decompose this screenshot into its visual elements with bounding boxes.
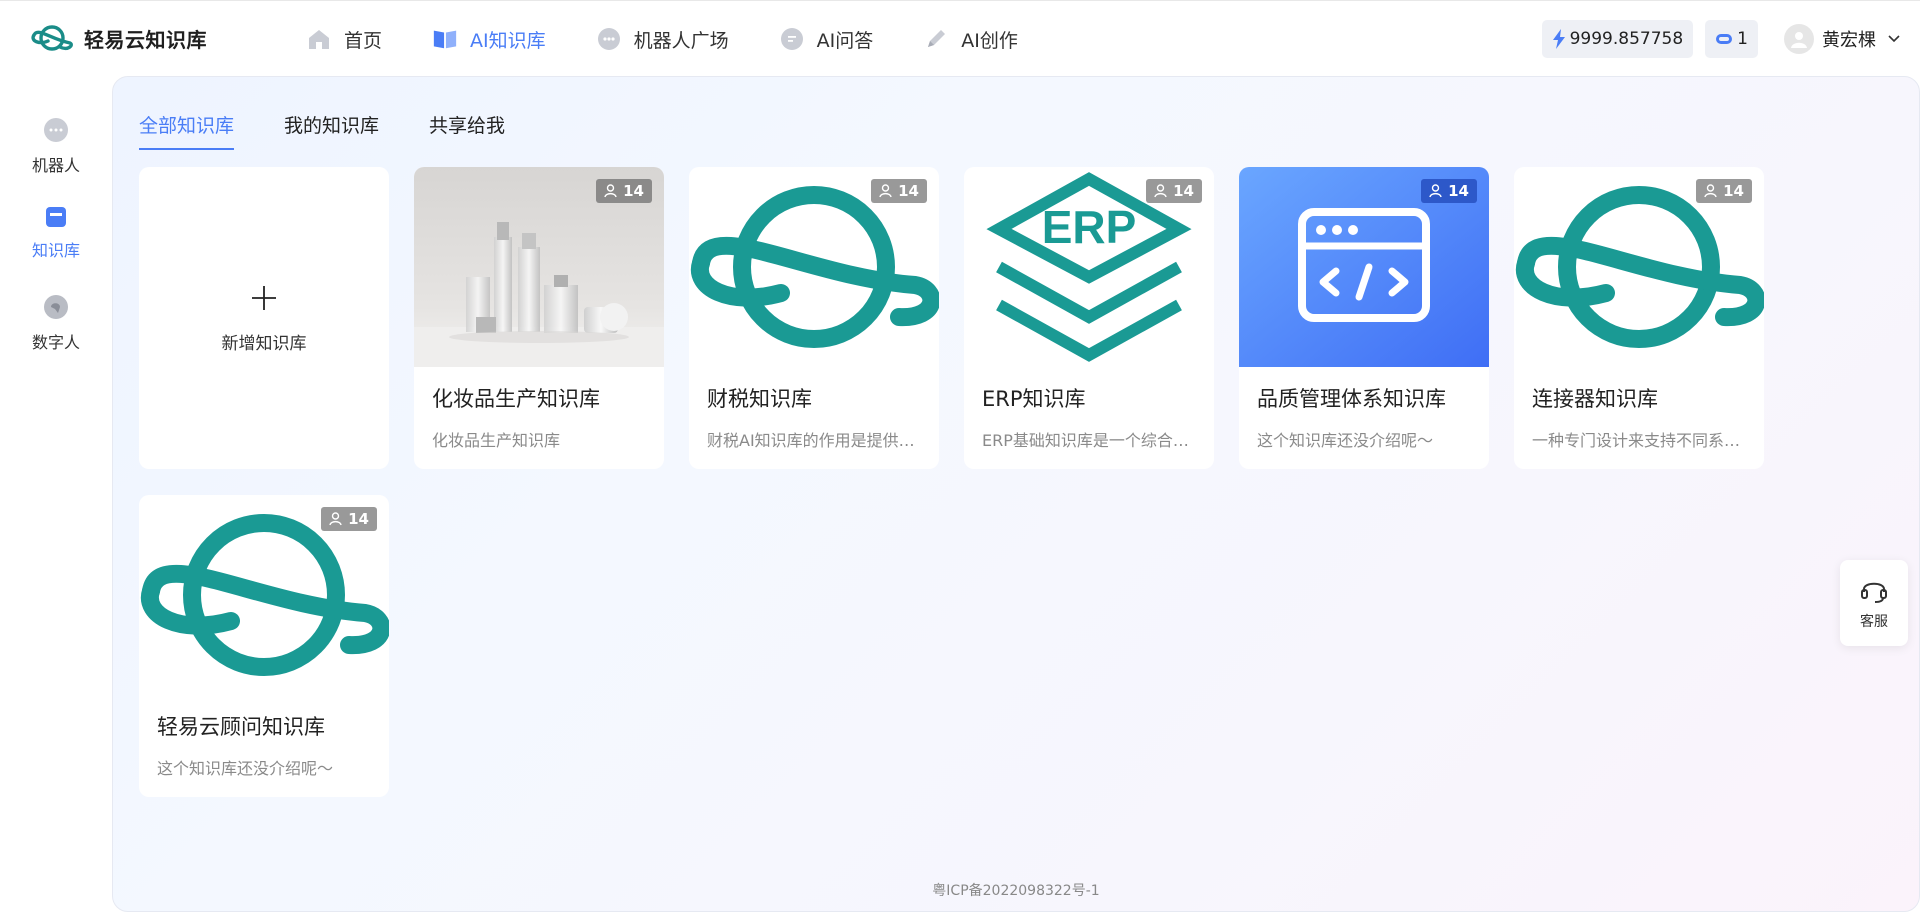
headset-icon — [1861, 582, 1887, 603]
library-card-quality[interactable]: 14 品质管理体系知识库 这个知识库还没介绍呢～ — [1239, 167, 1489, 469]
tab-my-libraries[interactable]: 我的知识库 — [284, 111, 379, 150]
token-pill[interactable]: 1 — [1705, 20, 1758, 58]
sidebar: 机器人 知识库 数字人 — [0, 76, 112, 912]
brand-name: 轻易云知识库 — [84, 27, 207, 52]
add-library-label: 新增知识库 — [221, 333, 307, 354]
add-library-card[interactable]: 新增知识库 — [139, 167, 389, 469]
card-description: 这个知识库还没介绍呢～ — [1257, 431, 1434, 450]
user-icon — [1429, 184, 1442, 198]
nav-label-ai-create: AI创作 — [961, 29, 1018, 52]
balance-value: 9999.857758 — [1569, 29, 1684, 49]
member-count: 14 — [348, 510, 369, 528]
nav-item-ai-create[interactable]: AI创作 — [923, 26, 1018, 53]
tab-bar: 全部知识库 我的知识库 共享给我 — [139, 111, 555, 150]
card-description: ERP基础知识库是一个综合性的资料集合 — [982, 431, 1200, 450]
card-title: 轻易云顾问知识库 — [157, 715, 325, 739]
member-count-badge: 14 — [321, 507, 377, 531]
planet-ring-logo-icon — [31, 25, 73, 51]
brand[interactable]: 轻易云知识库 — [30, 21, 207, 55]
user-icon — [879, 184, 892, 198]
main-panel: 全部知识库 我的知识库 共享给我 新增知识库 14 化妆品生产知识库 化妆品生产… — [112, 76, 1920, 912]
sidebar-item-library[interactable]: 知识库 — [0, 207, 112, 261]
nav-item-home[interactable]: 首页 — [306, 26, 382, 53]
nav-label-home: 首页 — [344, 29, 383, 52]
avatar — [1784, 24, 1814, 54]
library-card-tax[interactable]: 14 财税知识库 财税AI知识库的作用是提供专业的财税知识 — [689, 167, 939, 469]
home-icon — [306, 26, 332, 52]
member-count: 14 — [1723, 182, 1744, 200]
plus-icon — [251, 283, 277, 317]
customer-service-button[interactable]: 客服 — [1840, 560, 1908, 646]
nav-item-robot-square[interactable]: 机器人广场 — [596, 26, 729, 53]
token-icon — [1716, 34, 1733, 44]
nav-label-robot-square: 机器人广场 — [633, 29, 729, 52]
tab-shared-with-me[interactable]: 共享给我 — [429, 111, 505, 150]
balance-pill[interactable]: 9999.857758 — [1541, 20, 1694, 58]
card-title: 财税知识库 — [707, 387, 812, 411]
library-card-consultant[interactable]: 14 轻易云顾问知识库 这个知识库还没介绍呢～ — [139, 495, 389, 797]
tab-all-libraries[interactable]: 全部知识库 — [139, 111, 235, 150]
card-description: 一种专门设计来支持不同系统之间的连接 — [1532, 431, 1750, 450]
nav-label-ai-knowledge: AI知识库 — [470, 29, 546, 52]
sidebar-label-robot: 机器人 — [31, 156, 80, 175]
main-nav: 首页 AI知识库 机器人广场 AI问答 AI创作 — [306, 19, 1068, 59]
member-count-badge: 14 — [1421, 179, 1477, 203]
svg-text:ERP: ERP — [1042, 201, 1137, 253]
token-count: 1 — [1737, 29, 1748, 49]
chat-icon — [779, 26, 805, 52]
user-icon — [604, 184, 617, 198]
member-count: 14 — [1448, 182, 1469, 200]
digital-human-icon — [44, 295, 68, 319]
library-icon — [46, 207, 66, 227]
library-card-connector[interactable]: 14 连接器知识库 一种专门设计来支持不同系统之间的连接 — [1514, 167, 1764, 469]
card-description: 这个知识库还没介绍呢～ — [157, 759, 334, 778]
sidebar-label-digital-human: 数字人 — [31, 333, 80, 352]
member-count: 14 — [623, 182, 644, 200]
top-header: 轻易云知识库 首页 AI知识库 机器人广场 AI问答 AI创作 9999.857… — [0, 0, 1920, 76]
robot-icon — [596, 26, 622, 52]
book-icon — [432, 26, 458, 52]
customer-service-label: 客服 — [1860, 614, 1888, 630]
member-count: 14 — [1173, 182, 1194, 200]
nav-item-ai-qa[interactable]: AI问答 — [779, 26, 874, 53]
sidebar-label-library: 知识库 — [31, 241, 80, 260]
member-count-badge: 14 — [596, 179, 652, 203]
footer-icp[interactable]: 粤ICP备2022098322号-1 — [113, 880, 1919, 900]
user-icon — [1704, 184, 1717, 198]
user-icon — [329, 512, 342, 526]
library-card-cosmetics[interactable]: 14 化妆品生产知识库 化妆品生产知识库 — [414, 167, 664, 469]
user-icon — [1154, 184, 1167, 198]
member-count-badge: 14 — [1146, 179, 1202, 203]
card-title: ERP知识库 — [982, 387, 1086, 411]
library-card-erp[interactable]: ERP 14 ERP知识库 ERP基础知识库是一个综合性的资料集合 — [964, 167, 1214, 469]
lightning-icon — [1552, 29, 1565, 49]
card-title: 化妆品生产知识库 — [432, 387, 600, 411]
user-menu[interactable]: 黄宏棵 — [1784, 24, 1900, 54]
user-name: 黄宏棵 — [1822, 30, 1876, 51]
member-count-badge: 14 — [1696, 179, 1752, 203]
user-icon — [1791, 32, 1807, 48]
nav-item-ai-knowledge[interactable]: AI知识库 — [432, 26, 546, 53]
nav-label-ai-qa: AI问答 — [816, 29, 874, 52]
member-count: 14 — [898, 182, 919, 200]
header-right: 9999.857758 1 黄宏棵 — [1541, 20, 1900, 58]
card-description: 财税AI知识库的作用是提供专业的财税知识 — [707, 431, 925, 450]
sidebar-item-digital-human[interactable]: 数字人 — [0, 295, 112, 353]
chevron-down-icon — [1888, 35, 1900, 43]
robot-icon — [44, 118, 68, 142]
sidebar-item-robot[interactable]: 机器人 — [0, 118, 112, 176]
card-title: 品质管理体系知识库 — [1257, 387, 1446, 411]
pen-icon — [923, 26, 949, 52]
member-count-badge: 14 — [871, 179, 927, 203]
card-description: 化妆品生产知识库 — [432, 431, 561, 450]
card-title: 连接器知识库 — [1532, 387, 1658, 411]
